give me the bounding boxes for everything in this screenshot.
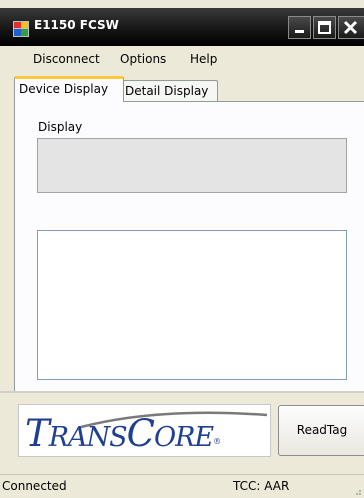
tab-label: Detail Display [125, 84, 209, 98]
tab-page-device-display: Display [14, 101, 364, 392]
tab-detail-display[interactable]: Detail Display [120, 80, 218, 102]
connection-status: Connected [2, 479, 67, 493]
menu-options[interactable]: Options [120, 52, 166, 66]
tab-strip: Device Display Detail Display [0, 76, 364, 102]
close-button[interactable] [338, 16, 364, 39]
logo-text: TRANSCORE® [25, 412, 221, 455]
minimize-icon [295, 30, 304, 33]
window-title: E1150 FCSW [34, 18, 119, 32]
device-list-box[interactable] [37, 230, 347, 380]
menu-bar: Disconnect Options Help [0, 46, 364, 72]
app-window: E1150 FCSW Disconnect Options Help Devic… [0, 0, 364, 498]
read-tag-button[interactable]: ReadTag [278, 405, 364, 456]
close-icon [343, 20, 358, 35]
maximize-icon [318, 21, 331, 34]
menu-disconnect[interactable]: Disconnect [33, 52, 100, 66]
display-label: Display [38, 120, 83, 134]
status-bar: Connected TCC: AAR [0, 474, 364, 498]
tab-device-display[interactable]: Device Display [14, 76, 124, 102]
app-icon [13, 21, 29, 37]
menu-help[interactable]: Help [190, 52, 217, 66]
resize-grip-icon[interactable] [352, 486, 362, 496]
title-bar[interactable]: E1150 FCSW [0, 8, 364, 46]
display-field [37, 138, 347, 193]
bottom-panel: TRANSCORE® ReadTag [0, 391, 364, 458]
minimize-button[interactable] [288, 16, 311, 39]
tcc-status: TCC: AAR [233, 479, 290, 493]
maximize-button[interactable] [313, 16, 336, 39]
tab-label: Device Display [19, 82, 109, 96]
transcore-logo: TRANSCORE® [18, 404, 271, 457]
